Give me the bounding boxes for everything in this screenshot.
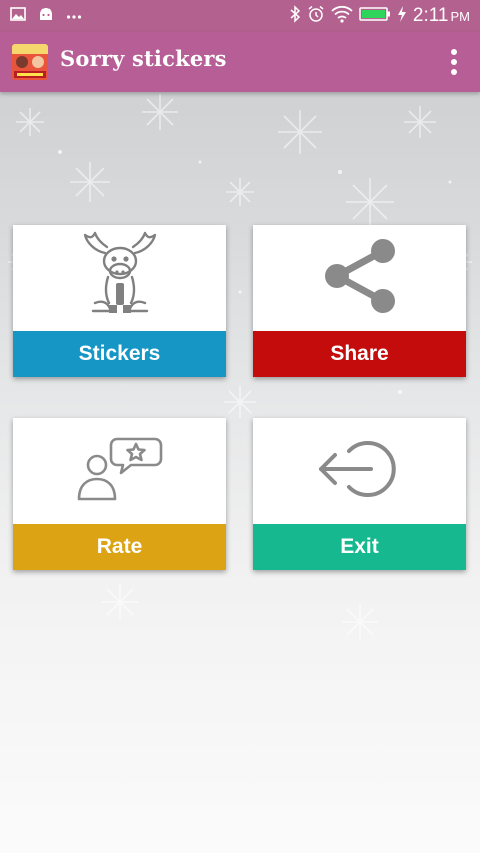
tile-exit-label: Exit: [340, 535, 379, 558]
status-bar: 2:11 PM: [0, 0, 480, 32]
status-time-value: 2:11: [412, 5, 449, 26]
rate-user-star-icon: [75, 429, 165, 514]
main-content: Stickers Share Rate Exit: [0, 92, 480, 853]
tile-rate-label-bar: Rate: [13, 524, 226, 570]
tile-exit[interactable]: Exit: [253, 418, 466, 570]
app-logo-icon: [12, 44, 48, 80]
tile-share-label: Share: [330, 342, 389, 365]
tile-stickers[interactable]: Stickers: [13, 225, 226, 377]
status-time: 2:11 PM: [413, 5, 470, 27]
share-icon: [315, 231, 405, 326]
tile-share-label-bar: Share: [253, 331, 466, 377]
overflow-menu-dot: [451, 59, 457, 65]
wifi-icon: [331, 5, 353, 28]
tile-rate-icon-area: [13, 418, 226, 524]
image-icon: [10, 6, 26, 26]
exit-icon: [315, 429, 405, 514]
overflow-menu-dot: [451, 69, 457, 75]
status-left-icons: [10, 6, 82, 26]
tile-share-icon-area: [253, 225, 466, 331]
tile-share[interactable]: Share: [253, 225, 466, 377]
bluetooth-icon: [289, 4, 301, 28]
overflow-menu-dot: [451, 49, 457, 55]
tile-stickers-label-bar: Stickers: [13, 331, 226, 377]
tile-rate[interactable]: Rate: [13, 418, 226, 570]
moose-sticker-icon: [75, 231, 165, 326]
alarm-icon: [307, 5, 325, 28]
tile-stickers-icon-area: [13, 225, 226, 331]
tile-exit-label-bar: Exit: [253, 524, 466, 570]
more-dots-icon: [66, 7, 82, 25]
status-right-icons: 2:11 PM: [289, 4, 470, 28]
app-title: Sorry stickers: [60, 46, 227, 71]
tile-exit-icon-area: [253, 418, 466, 524]
app-bar: Sorry stickers: [0, 32, 480, 92]
battery-icon: [359, 6, 391, 27]
tile-stickers-label: Stickers: [78, 342, 161, 365]
status-time-ampm: PM: [450, 9, 471, 24]
tile-rate-label: Rate: [96, 535, 143, 558]
android-icon: [38, 6, 54, 27]
charging-icon: [397, 5, 407, 28]
overflow-menu-button[interactable]: [442, 44, 466, 80]
